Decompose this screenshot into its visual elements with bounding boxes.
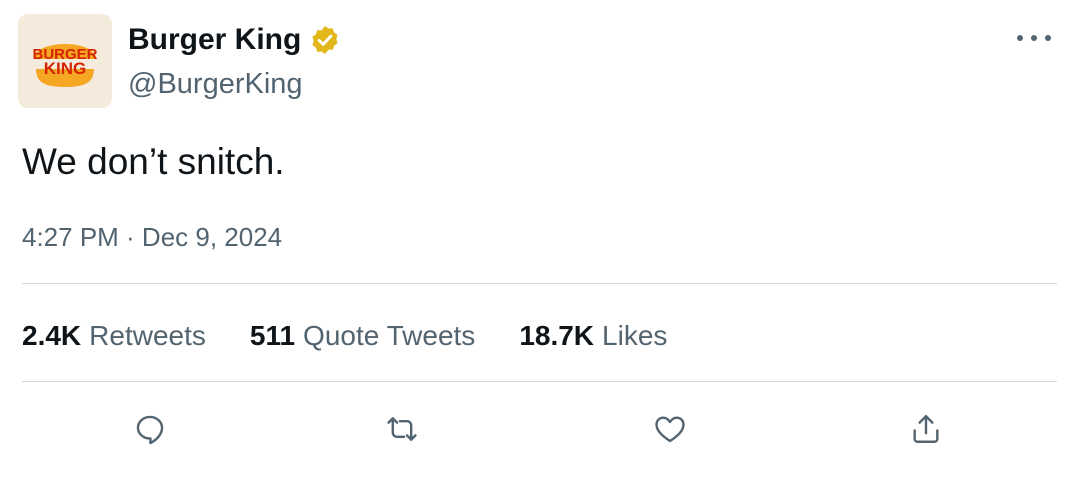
- divider: [22, 283, 1057, 284]
- quote-tweets-label: Quote Tweets: [303, 320, 476, 351]
- reply-icon: [136, 415, 164, 445]
- retweet-icon: [387, 417, 417, 441]
- author-handle[interactable]: @BurgerKing: [128, 64, 303, 104]
- share-icon: [913, 415, 939, 443]
- divider: [22, 381, 1057, 382]
- tweet-actions: [0, 404, 1079, 454]
- share-button[interactable]: [901, 404, 951, 454]
- verified-badge-icon: [312, 26, 338, 54]
- tweet-text: We don’t snitch.: [22, 141, 285, 182]
- quote-tweets-stat[interactable]: 511 Quote Tweets: [250, 316, 475, 356]
- logo-bottom-text: KING: [44, 59, 87, 78]
- likes-count: 18.7K: [519, 320, 595, 351]
- likes-stat[interactable]: 18.7K Likes: [519, 316, 667, 356]
- retweets-stat[interactable]: 2.4K Retweets: [22, 316, 206, 356]
- author-name-text: Burger King: [128, 23, 302, 56]
- avatar[interactable]: BURGER KING: [18, 14, 112, 108]
- tweet-stats: 2.4K Retweets 511 Quote Tweets 18.7K Lik…: [22, 316, 667, 356]
- author-display-name[interactable]: Burger King: [128, 20, 341, 60]
- retweets-label: Retweets: [89, 320, 206, 351]
- tweet: BURGER KING Burger King @BurgerKing We d…: [0, 0, 1079, 484]
- quote-tweets-count: 511: [249, 320, 296, 351]
- tweet-timestamp[interactable]: 4:27 PM · Dec 9, 2024: [22, 219, 282, 255]
- like-button[interactable]: [645, 404, 695, 454]
- burger-king-logo: BURGER KING: [32, 44, 98, 87]
- reply-button[interactable]: [125, 404, 175, 454]
- heart-icon: [655, 416, 685, 443]
- more-options-icon[interactable]: [1017, 28, 1051, 48]
- retweets-count: 2.4K: [22, 320, 82, 351]
- likes-label: Likes: [602, 320, 668, 351]
- retweet-button[interactable]: [377, 404, 427, 454]
